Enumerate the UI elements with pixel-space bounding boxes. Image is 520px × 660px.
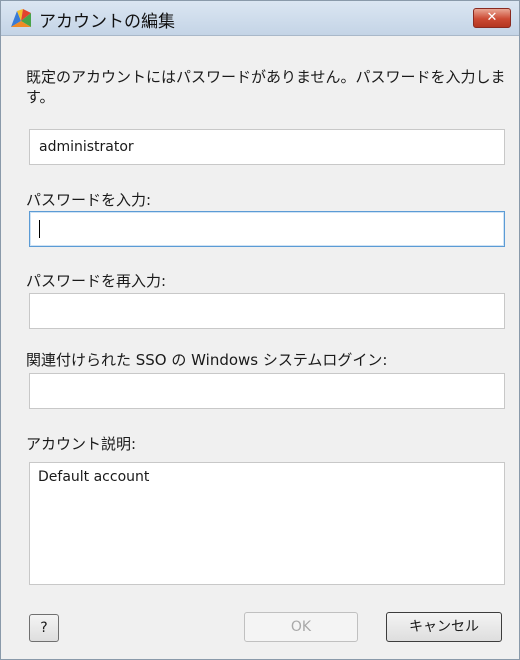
help-button[interactable]: ? (29, 614, 59, 642)
close-button[interactable]: ✕ (473, 8, 511, 28)
instruction-text: 既定のアカウントにはパスワードがありません。パスワードを入力します。 (26, 68, 506, 106)
sso-login-field[interactable] (29, 373, 505, 409)
window-title: アカウントの編集 (39, 12, 175, 32)
cancel-button[interactable]: キャンセル (386, 612, 502, 642)
password-label: パスワードを入力: (26, 191, 152, 209)
ok-button[interactable]: OK (244, 612, 358, 642)
account-name-field[interactable] (29, 129, 505, 165)
edit-account-dialog: アカウントの編集 ✕ 既定のアカウントにはパスワードがありません。パスワードを入… (0, 0, 520, 660)
text-cursor (39, 220, 40, 238)
title-bar[interactable]: アカウントの編集 ✕ (1, 1, 519, 36)
close-icon: ✕ (486, 10, 498, 25)
description-textarea[interactable]: Default account (29, 462, 505, 585)
description-label: アカウント説明: (26, 435, 137, 453)
password-confirm-label: パスワードを再入力: (26, 272, 167, 290)
password-field[interactable] (29, 211, 505, 247)
sso-login-label: 関連付けられた SSO の Windows システムログイン: (26, 351, 388, 369)
avg-logo-icon (11, 9, 31, 27)
password-confirm-field[interactable] (29, 293, 505, 329)
